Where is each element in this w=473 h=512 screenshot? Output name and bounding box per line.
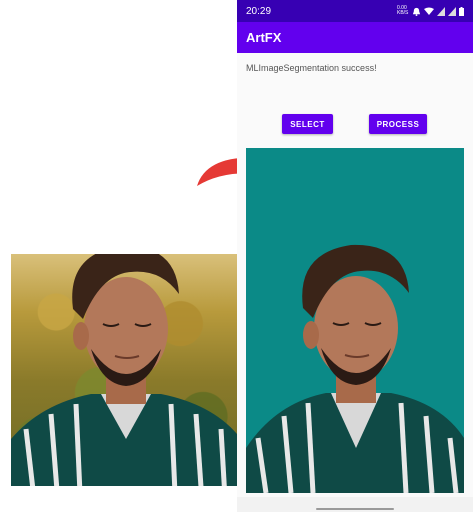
- data-speed-icon: 0.00 KB/S: [397, 5, 409, 16]
- result-image: [246, 148, 464, 493]
- bell-icon: [412, 7, 421, 16]
- signal-icon: [437, 6, 445, 16]
- segmentation-status-text: MLImageSegmentation success!: [246, 63, 377, 73]
- gesture-handle[interactable]: [316, 508, 394, 510]
- wifi-icon: [424, 7, 434, 15]
- signal-icon: [448, 6, 456, 16]
- phone-screen: 20:29 0.00 KB/S ArtFX MLImageSegmentation…: [237, 0, 473, 512]
- status-icons: 0.00 KB/S: [397, 6, 464, 16]
- app-bar: ArtFX: [237, 22, 473, 53]
- person-figure: [11, 254, 237, 486]
- status-time: 20:29: [246, 5, 272, 17]
- app-title: ArtFX: [246, 30, 282, 45]
- original-photo: [11, 254, 237, 486]
- process-button[interactable]: PROCESS: [369, 114, 427, 134]
- battery-icon: [459, 6, 464, 16]
- status-bar: 20:29 0.00 KB/S: [237, 0, 473, 22]
- person-figure-segmented: [246, 244, 464, 493]
- select-button[interactable]: SELECT: [282, 114, 333, 134]
